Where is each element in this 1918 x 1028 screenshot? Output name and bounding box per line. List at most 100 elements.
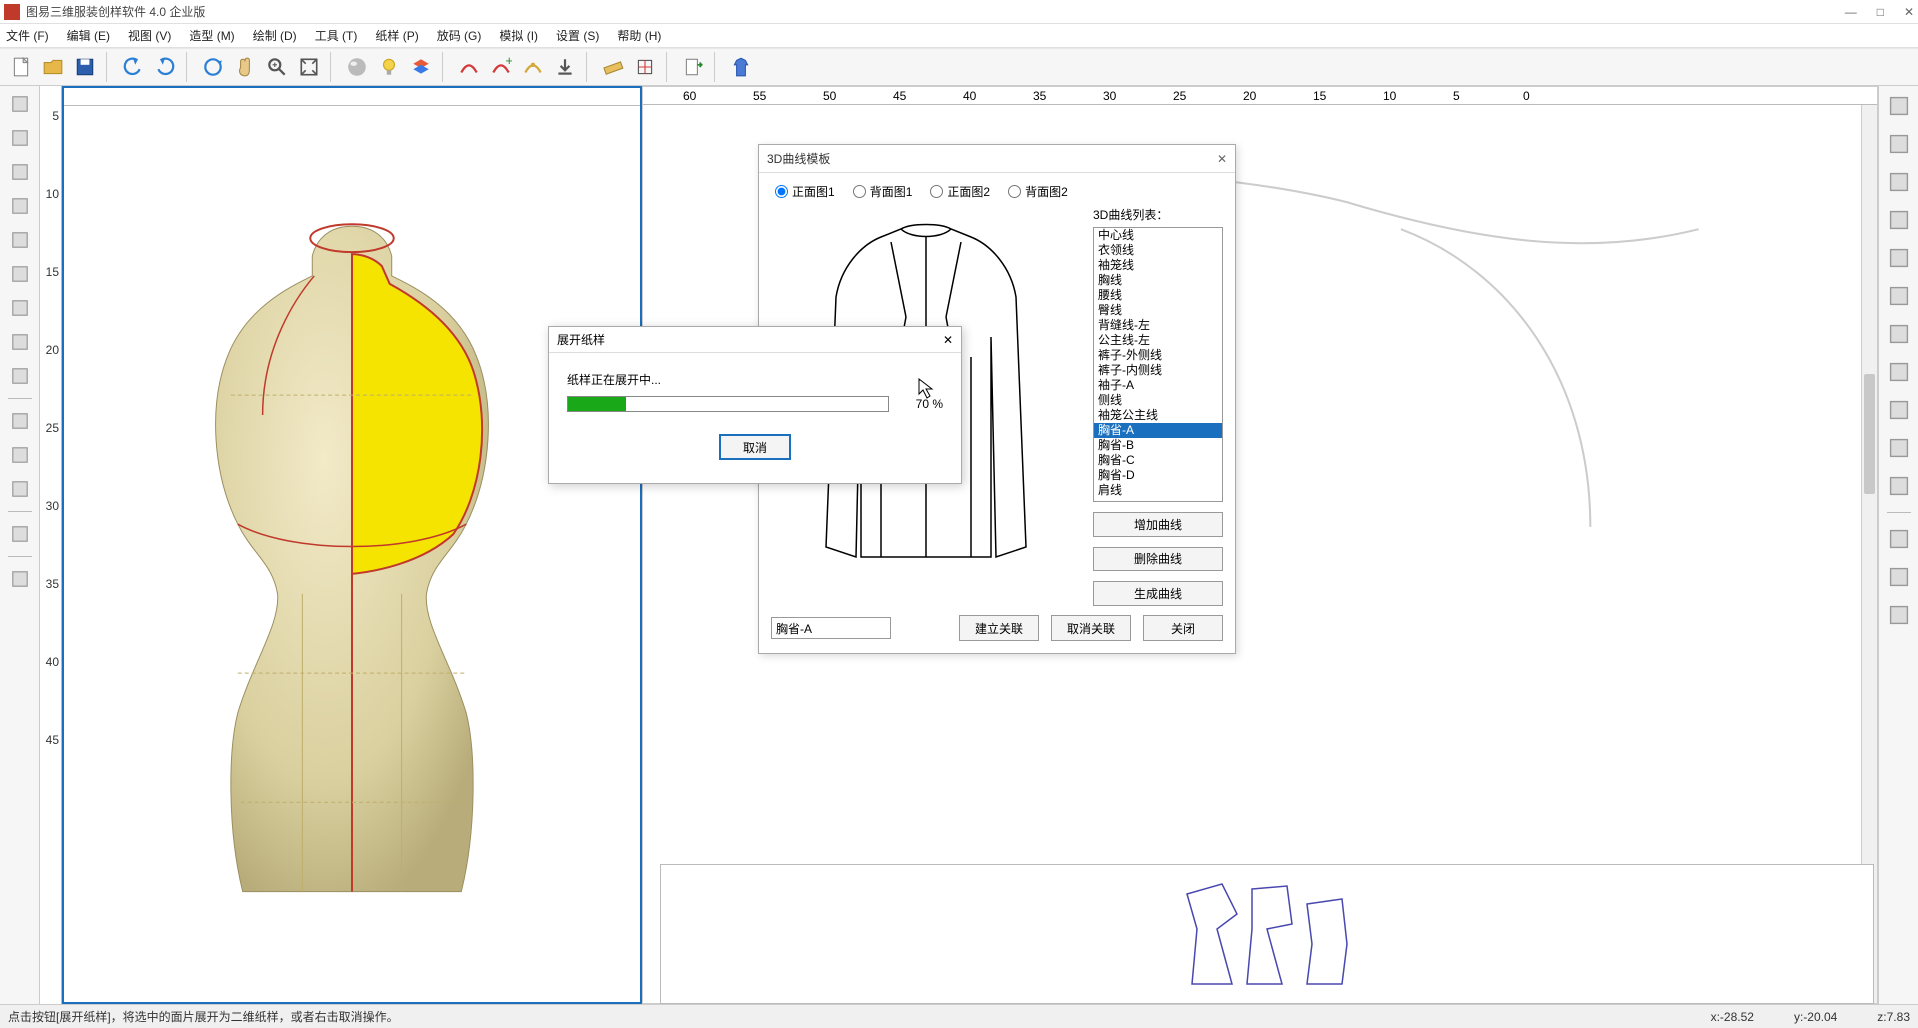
pattern-tool-icon[interactable] xyxy=(630,52,660,82)
layers-small-icon[interactable] xyxy=(6,362,34,390)
rotate-cw-icon[interactable] xyxy=(1885,320,1913,348)
curve-list-item[interactable]: 袖笼线 xyxy=(1094,258,1222,273)
curve-list-item[interactable]: 胸省-D xyxy=(1094,468,1222,483)
progress-bar xyxy=(567,396,889,412)
sphere-icon[interactable] xyxy=(342,52,372,82)
menu-item[interactable]: 帮助 (H) xyxy=(617,27,661,44)
delete-curve-button[interactable]: 删除曲线 xyxy=(1093,547,1223,572)
curve-list-item[interactable]: 胸省-C xyxy=(1094,453,1222,468)
cancel-button[interactable]: 取消 xyxy=(719,434,791,460)
menu-item[interactable]: 编辑 (E) xyxy=(67,27,110,44)
tshirt-icon[interactable] xyxy=(6,260,34,288)
zoom-in-icon[interactable] xyxy=(262,52,292,82)
add-curve-button[interactable]: 增加曲线 xyxy=(1093,512,1223,537)
menu-item[interactable]: 设置 (S) xyxy=(556,27,599,44)
curve-list-item[interactable]: 侧线 xyxy=(1094,393,1222,408)
new-file-icon[interactable] xyxy=(6,52,36,82)
anchor-icon[interactable] xyxy=(1885,358,1913,386)
curve-list-item[interactable]: 裤子-外侧线 xyxy=(1094,348,1222,363)
tag-icon[interactable] xyxy=(1885,130,1913,158)
garment-icon[interactable] xyxy=(726,52,756,82)
menu-item[interactable]: 视图 (V) xyxy=(128,27,171,44)
curve-list-item[interactable]: 衣领线 xyxy=(1094,243,1222,258)
menu-item[interactable]: 造型 (M) xyxy=(189,27,234,44)
view-radio[interactable]: 正面图2 xyxy=(930,183,990,200)
progress-close-icon[interactable]: ✕ xyxy=(943,333,953,347)
close-button[interactable]: 关闭 xyxy=(1143,615,1223,641)
curve-add-icon[interactable]: + xyxy=(486,52,516,82)
grid-small-icon[interactable] xyxy=(1885,563,1913,591)
curve-list-item[interactable]: 中心线 xyxy=(1094,228,1222,243)
curve-list-item[interactable]: 胸省-B xyxy=(1094,438,1222,453)
refresh-icon[interactable] xyxy=(198,52,228,82)
cube-blue-icon[interactable] xyxy=(6,441,34,469)
export-icon[interactable] xyxy=(678,52,708,82)
canvas-3d[interactable] xyxy=(64,106,640,1002)
curve-list-item[interactable]: 胸线 xyxy=(1094,273,1222,288)
layers-icon[interactable] xyxy=(406,52,436,82)
lightbulb-icon[interactable] xyxy=(374,52,404,82)
modal-close-icon[interactable]: ✕ xyxy=(1217,152,1227,166)
view-radio[interactable]: 正面图1 xyxy=(775,183,835,200)
download-icon[interactable] xyxy=(550,52,580,82)
curve-list-item[interactable]: 胸省-A xyxy=(1094,423,1222,438)
menu-item[interactable]: 文件 (F) xyxy=(6,27,49,44)
menu-item[interactable]: 工具 (T) xyxy=(315,27,358,44)
menu-item[interactable]: 纸样 (P) xyxy=(375,27,418,44)
thumbnail-strip[interactable] xyxy=(660,864,1874,1004)
fit-screen-icon[interactable] xyxy=(294,52,324,82)
curve-list-item[interactable]: 公主线-左 xyxy=(1094,333,1222,348)
unlink-button[interactable]: 取消关联 xyxy=(1051,615,1131,641)
menu-item[interactable]: 模拟 (I) xyxy=(499,27,538,44)
shirt-icon[interactable] xyxy=(6,192,34,220)
chevrons-icon[interactable] xyxy=(1885,601,1913,629)
scrollbar-thumb[interactable] xyxy=(1864,374,1875,494)
curve-list-item[interactable]: 裤子-内侧线 xyxy=(1094,363,1222,378)
curve-red-icon[interactable] xyxy=(454,52,484,82)
curve-list-item[interactable]: 背缝线-左 xyxy=(1094,318,1222,333)
generate-curve-button[interactable]: 生成曲线 xyxy=(1093,581,1223,606)
minimize-button[interactable]: — xyxy=(1845,5,1857,19)
view-radio[interactable]: 背面图1 xyxy=(853,183,913,200)
viewport-3d[interactable] xyxy=(62,86,642,1004)
curve-list-item[interactable]: 肩线 xyxy=(1094,483,1222,498)
jacket-icon[interactable] xyxy=(6,328,34,356)
undo-icon[interactable] xyxy=(118,52,148,82)
arrow-right-icon[interactable] xyxy=(1885,244,1913,272)
align-icon[interactable] xyxy=(1885,434,1913,462)
letter-t-icon[interactable] xyxy=(1885,206,1913,234)
letter-n-icon[interactable] xyxy=(1885,92,1913,120)
link-button[interactable]: 建立关联 xyxy=(959,615,1039,641)
curve-list-item[interactable]: 腰线 xyxy=(1094,288,1222,303)
ruler-icon[interactable] xyxy=(598,52,628,82)
curve-list-item[interactable]: 袖子-A xyxy=(1094,378,1222,393)
barcode-icon[interactable] xyxy=(6,226,34,254)
curve-edit-icon[interactable] xyxy=(518,52,548,82)
mannequin-icon[interactable] xyxy=(6,90,34,118)
grid-icon[interactable] xyxy=(6,520,34,548)
diamond-icon[interactable] xyxy=(6,294,34,322)
redo-icon[interactable] xyxy=(150,52,180,82)
save-icon[interactable] xyxy=(70,52,100,82)
maximize-button[interactable]: □ xyxy=(1877,5,1884,19)
mannequin-small-icon[interactable] xyxy=(1885,525,1913,553)
open-folder-icon[interactable] xyxy=(38,52,68,82)
page-icon[interactable] xyxy=(6,124,34,152)
menu-item[interactable]: 绘制 (D) xyxy=(253,27,297,44)
mirror-icon[interactable] xyxy=(1885,396,1913,424)
cube-yellow-icon[interactable] xyxy=(6,407,34,435)
view-radio[interactable]: 背面图2 xyxy=(1008,183,1068,200)
arrows-cross-icon[interactable] xyxy=(1885,282,1913,310)
rotate-icon[interactable] xyxy=(6,565,34,593)
hanger-icon[interactable] xyxy=(6,158,34,186)
menu-item[interactable]: 放码 (G) xyxy=(437,27,482,44)
curve-list-item[interactable]: 臀线 xyxy=(1094,303,1222,318)
pan-hand-icon[interactable] xyxy=(230,52,260,82)
close-button[interactable]: ✕ xyxy=(1904,5,1914,19)
flip-v-icon[interactable] xyxy=(1885,168,1913,196)
box-icon[interactable] xyxy=(1885,472,1913,500)
curve-name-input[interactable] xyxy=(771,617,891,639)
curve-list-item[interactable]: 袖笼公主线 xyxy=(1094,408,1222,423)
sphere-half-icon[interactable] xyxy=(6,475,34,503)
curve-listbox[interactable]: 中心线衣领线袖笼线胸线腰线臀线背缝线-左公主线-左裤子-外侧线裤子-内侧线袖子-… xyxy=(1093,227,1223,502)
